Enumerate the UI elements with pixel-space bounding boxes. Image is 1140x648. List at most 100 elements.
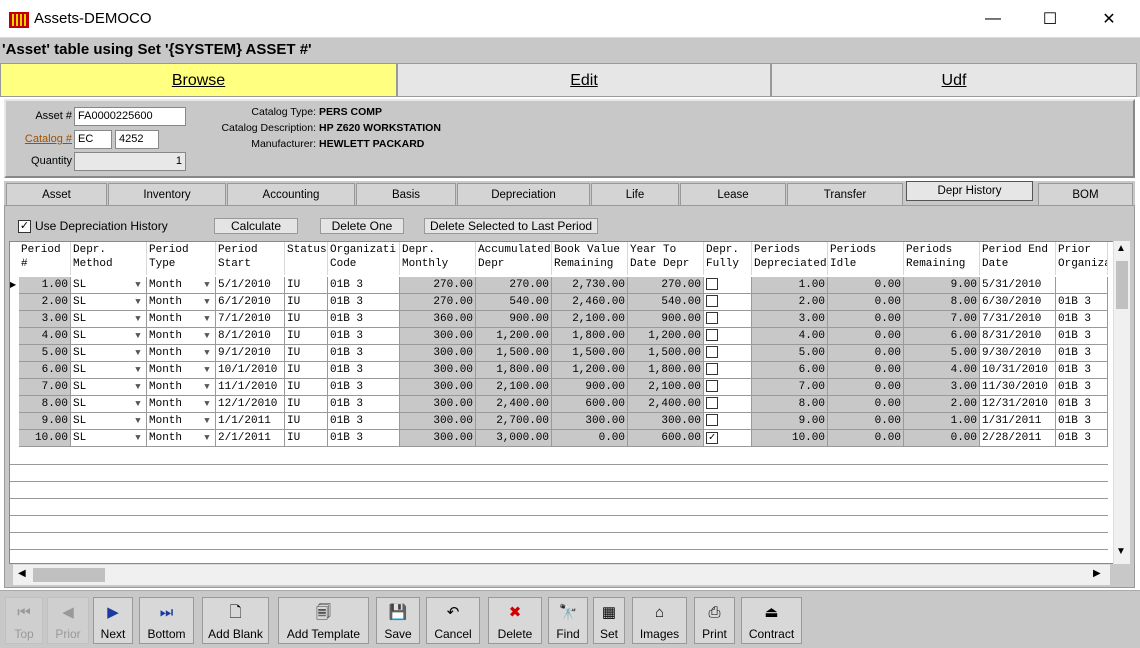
cell-period-num[interactable]: 1.00 [19, 277, 71, 294]
column-header-depr-method[interactable]: Depr. Method [71, 242, 147, 275]
cell-period-num[interactable]: 4.00 [19, 328, 71, 345]
cell-periods-depreciated[interactable]: 8.00 [752, 396, 828, 413]
cell-fully-depr[interactable] [704, 328, 752, 345]
cell-prior-org[interactable]: 01B 3 [1056, 345, 1108, 362]
fully-depr-checkbox[interactable] [706, 278, 718, 290]
chevron-down-icon[interactable]: ▼ [200, 329, 214, 343]
column-header-depr-monthly[interactable]: Depr. Monthly [400, 242, 476, 275]
cell-period-start[interactable]: 8/1/2010 [216, 328, 285, 345]
cell-period-num[interactable]: 9.00 [19, 413, 71, 430]
cell-book-value[interactable]: 300.00 [552, 413, 628, 430]
cell-depr-monthly[interactable]: 300.00 [400, 362, 476, 379]
cell-org-code[interactable]: 01B 3 [328, 379, 400, 396]
cell-org-code[interactable]: 01B 3 [328, 430, 400, 447]
cell-org-code[interactable]: 01B 3 [328, 294, 400, 311]
cell-periods-remaining[interactable]: 0.00 [904, 430, 980, 447]
cell-period-start[interactable]: 9/1/2010 [216, 345, 285, 362]
cell-org-code[interactable]: 01B 3 [328, 345, 400, 362]
cell-period-type[interactable]: Month ▼ [147, 277, 216, 294]
cell-periods-remaining[interactable]: 2.00 [904, 396, 980, 413]
vertical-scroll-thumb[interactable] [1116, 261, 1128, 309]
cell-period-num[interactable]: 2.00 [19, 294, 71, 311]
cell-period-end[interactable]: 10/31/2010 [980, 362, 1056, 379]
cell-periods-depreciated[interactable]: 10.00 [752, 430, 828, 447]
tab-depr-history[interactable]: Depr History [906, 181, 1033, 201]
chevron-down-icon[interactable]: ▼ [200, 380, 214, 394]
cell-accum-depr[interactable]: 1,200.00 [476, 328, 552, 345]
cell-accum-depr[interactable]: 900.00 [476, 311, 552, 328]
cell-accum-depr[interactable]: 2,400.00 [476, 396, 552, 413]
cell-ytd-depr[interactable]: 1,800.00 [628, 362, 704, 379]
cell-periods-remaining[interactable]: 8.00 [904, 294, 980, 311]
cell-periods-idle[interactable]: 0.00 [828, 362, 904, 379]
fully-depr-checkbox[interactable] [706, 346, 718, 358]
minimize-button[interactable]: — [964, 0, 1022, 38]
chevron-down-icon[interactable]: ▼ [131, 312, 145, 326]
column-header-prior-org[interactable]: Prior Organiza [1056, 242, 1108, 275]
cell-period-start[interactable]: 2/1/2011 [216, 430, 285, 447]
cell-period-type[interactable]: Month ▼ [147, 311, 216, 328]
cell-depr-method[interactable]: SL ▼ [71, 396, 147, 413]
column-header-status[interactable]: Status [285, 242, 328, 275]
chevron-down-icon[interactable]: ▼ [200, 346, 214, 360]
cell-periods-idle[interactable]: 0.00 [828, 294, 904, 311]
cell-periods-depreciated[interactable]: 4.00 [752, 328, 828, 345]
cell-period-start[interactable]: 6/1/2010 [216, 294, 285, 311]
cell-period-num[interactable]: 10.00 [19, 430, 71, 447]
cell-period-num[interactable]: 7.00 [19, 379, 71, 396]
fully-depr-checkbox[interactable] [706, 312, 718, 324]
cell-period-type[interactable]: Month ▼ [147, 362, 216, 379]
cell-periods-depreciated[interactable]: 5.00 [752, 345, 828, 362]
fully-depr-checkbox[interactable]: ✓ [706, 432, 718, 444]
cell-periods-remaining[interactable]: 9.00 [904, 277, 980, 294]
cell-periods-idle[interactable]: 0.00 [828, 413, 904, 430]
cell-periods-idle[interactable]: 0.00 [828, 379, 904, 396]
cell-period-end[interactable]: 11/30/2010 [980, 379, 1056, 396]
cell-period-type[interactable]: Month ▼ [147, 396, 216, 413]
contract-button[interactable]: ⏏ Contract [741, 597, 802, 644]
cell-period-end[interactable]: 9/30/2010 [980, 345, 1056, 362]
fully-depr-checkbox[interactable] [706, 397, 718, 409]
cell-org-code[interactable]: 01B 3 [328, 328, 400, 345]
cell-book-value[interactable]: 1,200.00 [552, 362, 628, 379]
cell-periods-depreciated[interactable]: 6.00 [752, 362, 828, 379]
cell-periods-depreciated[interactable]: 3.00 [752, 311, 828, 328]
cell-periods-depreciated[interactable]: 1.00 [752, 277, 828, 294]
cell-period-type[interactable]: Month ▼ [147, 345, 216, 362]
cell-periods-depreciated[interactable]: 9.00 [752, 413, 828, 430]
chevron-down-icon[interactable]: ▼ [200, 312, 214, 326]
scroll-left-icon[interactable]: ◀ [18, 568, 26, 579]
cell-fully-depr[interactable] [704, 311, 752, 328]
cell-periods-depreciated[interactable]: 7.00 [752, 379, 828, 396]
tab-udf[interactable]: Udf [771, 63, 1137, 97]
cell-period-start[interactable]: 10/1/2010 [216, 362, 285, 379]
cell-periods-remaining[interactable]: 5.00 [904, 345, 980, 362]
cell-periods-idle[interactable]: 0.00 [828, 345, 904, 362]
column-header-period-start[interactable]: Period Start [216, 242, 285, 275]
scroll-down-icon[interactable]: ▼ [1116, 546, 1126, 557]
catalog-prefix-field[interactable]: EC [74, 130, 112, 149]
cell-periods-remaining[interactable]: 7.00 [904, 311, 980, 328]
tab-edit[interactable]: Edit [397, 63, 771, 97]
delete-one-button[interactable]: Delete One [320, 218, 404, 234]
cell-period-end[interactable]: 2/28/2011 [980, 430, 1056, 447]
cell-depr-method[interactable]: SL ▼ [71, 379, 147, 396]
cell-period-num[interactable]: 5.00 [19, 345, 71, 362]
cell-depr-method[interactable]: SL ▼ [71, 362, 147, 379]
scroll-up-icon[interactable]: ▲ [1116, 243, 1126, 254]
cell-fully-depr[interactable] [704, 294, 752, 311]
cell-periods-remaining[interactable]: 3.00 [904, 379, 980, 396]
cell-prior-org[interactable]: 01B 3 [1056, 362, 1108, 379]
bottom-button[interactable]: ⏭ Bottom [139, 597, 194, 644]
cell-ytd-depr[interactable]: 1,500.00 [628, 345, 704, 362]
chevron-down-icon[interactable]: ▼ [200, 278, 214, 292]
cell-prior-org[interactable]: 01B 3 [1056, 413, 1108, 430]
cell-book-value[interactable]: 0.00 [552, 430, 628, 447]
depr-history-grid[interactable]: Period # Depr. Method Period Type Period Start S… [9, 241, 1130, 564]
cell-depr-method[interactable]: SL ▼ [71, 345, 147, 362]
cell-org-code[interactable]: 01B 3 [328, 311, 400, 328]
prior-button[interactable]: ◀ Prior [47, 597, 89, 644]
cell-org-code[interactable]: 01B 3 [328, 396, 400, 413]
use-history-toggle[interactable]: ✓ Use Depreciation History [18, 219, 168, 233]
cell-accum-depr[interactable]: 2,700.00 [476, 413, 552, 430]
